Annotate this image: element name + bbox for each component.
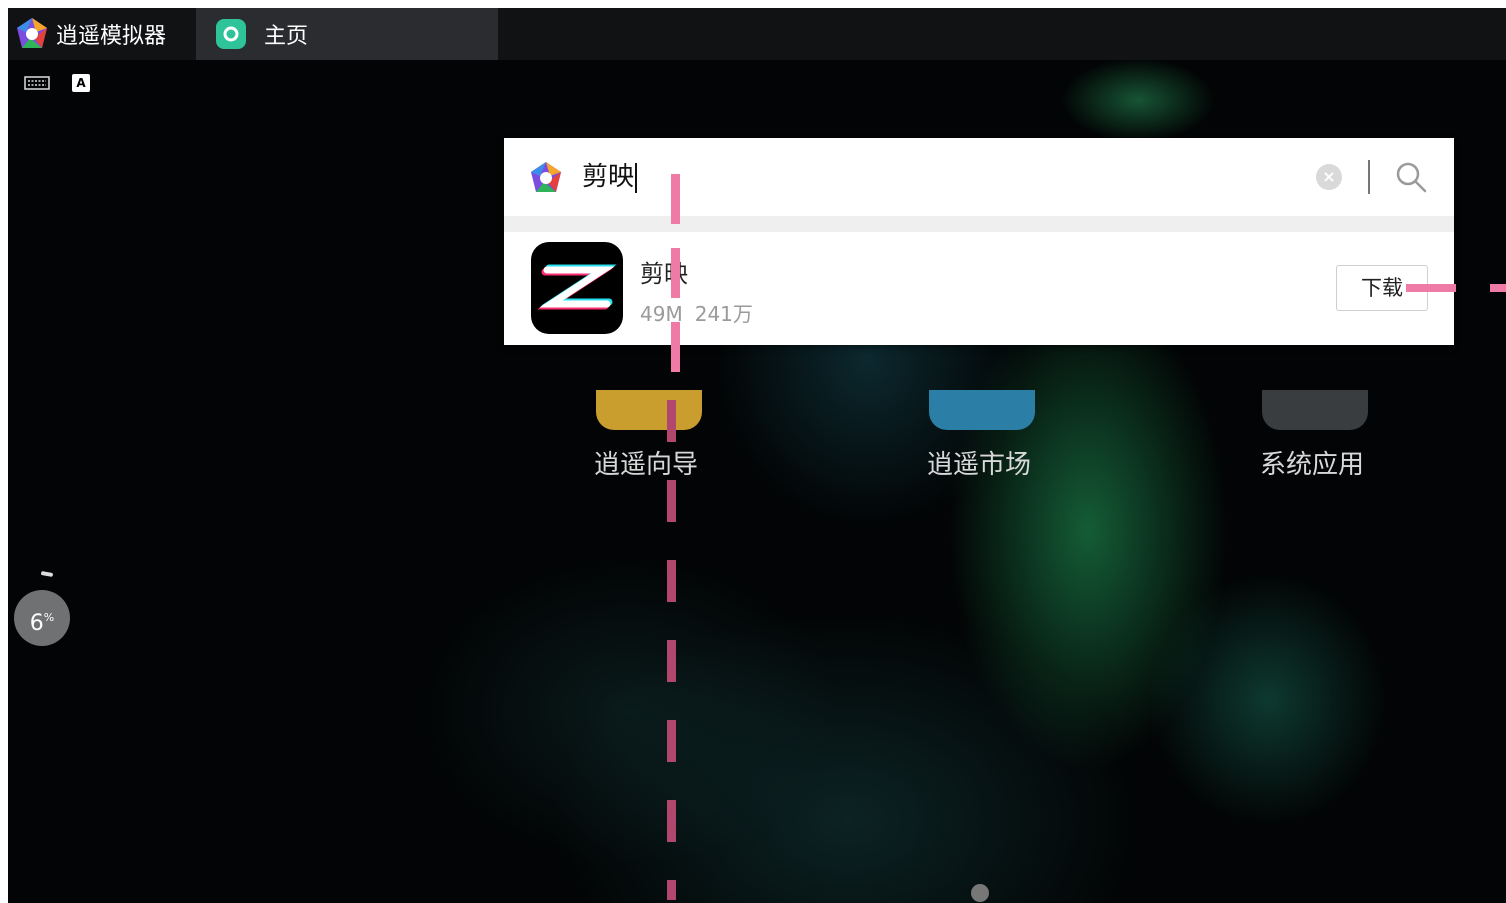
search-input[interactable]: 剪映 (582, 160, 638, 194)
tab-bar: 逍遥模拟器 主页 (8, 8, 1506, 60)
app-meta: 49M 241万 (640, 298, 753, 327)
desktop-icon-label: 系统应用 (1259, 450, 1364, 480)
search-query: 剪映 (582, 162, 635, 192)
text-caret (635, 162, 638, 193)
progress-tick (40, 570, 54, 578)
app-title: 逍遥模拟器 (56, 24, 167, 49)
progress-unit: % (43, 611, 55, 624)
tab-app[interactable]: 逍遥模拟器 (8, 8, 196, 60)
tab-home-label: 主页 (264, 24, 309, 49)
progress-indicator[interactable]: 6% (14, 590, 70, 646)
search-icon[interactable] (1394, 160, 1428, 194)
search-result-item[interactable]: 剪映 49M 241万 下载 (504, 232, 1454, 345)
page-indicator-dot[interactable] (971, 884, 989, 902)
clear-icon[interactable]: × (1316, 164, 1342, 190)
capcut-icon (531, 242, 623, 334)
annotation-dashed-line (667, 400, 676, 900)
market-icon (929, 390, 1035, 430)
divider (1368, 160, 1370, 194)
desktop-icon-label: 逍遥市场 (926, 450, 1031, 480)
ime-label: A (76, 76, 86, 90)
search-panel: 剪映 × 剪映 49M 241万 下载 (504, 138, 1454, 345)
guide-icon (596, 390, 702, 430)
app-name: 剪映 (640, 260, 688, 288)
desktop-icon-label: 逍遥向导 (593, 450, 698, 480)
input-method-icon[interactable]: A (72, 74, 90, 92)
progress-value: 6 (29, 611, 44, 636)
keyboard-icon[interactable] (24, 76, 50, 90)
app-logo-icon (17, 18, 47, 48)
emulator-window: 逍遥模拟器 主页 A 逍遥向导 逍遥市场 系统应用 6% 剪映 × 剪映 49M… (8, 8, 1506, 903)
tab-home[interactable]: 主页 (196, 8, 498, 60)
app-logo-icon (531, 162, 561, 192)
search-bar: 剪映 × (504, 138, 1454, 216)
home-icon (216, 19, 246, 49)
annotation-dashed-line (1406, 284, 1506, 292)
system-apps-icon (1262, 390, 1368, 430)
search-separator (504, 216, 1454, 232)
app-downloads: 241万 (694, 302, 753, 326)
annotation-dashed-line (671, 174, 680, 384)
